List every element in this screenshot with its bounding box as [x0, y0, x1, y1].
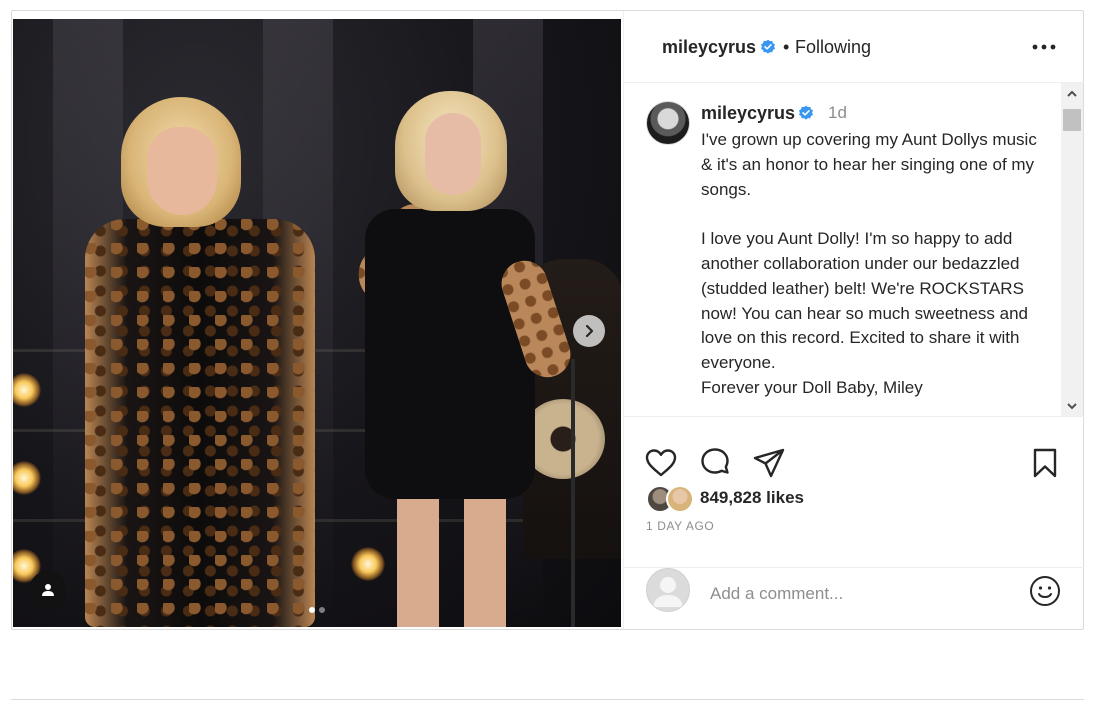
header-separator: • — [783, 37, 790, 57]
stage-bulb — [351, 547, 385, 581]
user-tag-icon — [42, 584, 54, 596]
performer-left-outfit — [85, 219, 315, 627]
verified-badge-icon — [761, 39, 775, 54]
post-header: mileycyrus • Following — [624, 11, 1084, 83]
post-sidebar: mileycyrus • Following mileycyrus 1d I'v… — [623, 11, 1084, 629]
stage-bulb — [13, 461, 41, 495]
post-photo[interactable] — [13, 19, 621, 627]
carousel-dot-active — [309, 607, 315, 613]
performer-right-legs — [383, 489, 523, 627]
performer-right-face — [425, 113, 481, 195]
avatar[interactable] — [666, 485, 694, 513]
caption-paragraph: I've grown up covering my Aunt Dollys mu… — [701, 130, 1037, 199]
scrollbar-thumb[interactable] — [1063, 109, 1081, 131]
comment-icon[interactable] — [698, 446, 732, 480]
performer-right-dress — [365, 209, 535, 499]
divider — [11, 699, 1084, 700]
performer-left-face — [147, 127, 217, 215]
liked-by-avatars[interactable] — [646, 485, 694, 515]
post-actions: 849,828 likes 1 DAY AGO — [624, 417, 1084, 567]
caption-text: I've grown up covering my Aunt Dollys mu… — [701, 128, 1051, 416]
microphone-stand — [571, 359, 575, 627]
share-icon[interactable] — [752, 446, 786, 480]
emoji-smile-icon[interactable] — [1028, 574, 1062, 608]
instagram-post: mileycyrus • Following mileycyrus 1d I'v… — [11, 10, 1084, 630]
chevron-right-icon — [585, 324, 594, 338]
more-options-icon[interactable] — [1030, 37, 1058, 57]
carousel-next-button[interactable] — [573, 315, 605, 347]
carousel-dot — [319, 607, 325, 613]
likes-count[interactable]: 849,828 likes — [700, 488, 804, 508]
stage-bulb — [13, 373, 41, 407]
comment-composer — [624, 567, 1084, 629]
scroll-down-button[interactable] — [1061, 395, 1083, 416]
carousel-indicator — [309, 607, 325, 613]
default-avatar-icon — [653, 577, 683, 607]
verified-badge-icon — [799, 105, 813, 120]
caption-username[interactable]: mileycyrus — [701, 103, 795, 124]
tagged-users-button[interactable] — [29, 571, 67, 609]
header-username[interactable]: mileycyrus — [662, 37, 756, 58]
caption-scrollbar[interactable] — [1061, 83, 1083, 416]
bookmark-icon[interactable] — [1028, 446, 1062, 480]
caption-section[interactable]: mileycyrus 1d I've grown up covering my … — [624, 83, 1084, 417]
following-button[interactable]: Following — [795, 37, 871, 58]
comment-input[interactable] — [708, 580, 1012, 608]
avatar[interactable] — [646, 101, 690, 145]
caption-paragraph: I love you Aunt Dolly! I'm so happy to a… — [701, 229, 1028, 397]
chevron-down-icon — [1067, 403, 1077, 410]
post-timestamp[interactable]: 1 DAY AGO — [646, 519, 714, 533]
chevron-up-icon — [1067, 90, 1077, 97]
caption-timestamp[interactable]: 1d — [828, 103, 847, 123]
avatar — [646, 568, 690, 612]
scroll-up-button[interactable] — [1061, 83, 1083, 105]
heart-icon[interactable] — [644, 446, 678, 480]
